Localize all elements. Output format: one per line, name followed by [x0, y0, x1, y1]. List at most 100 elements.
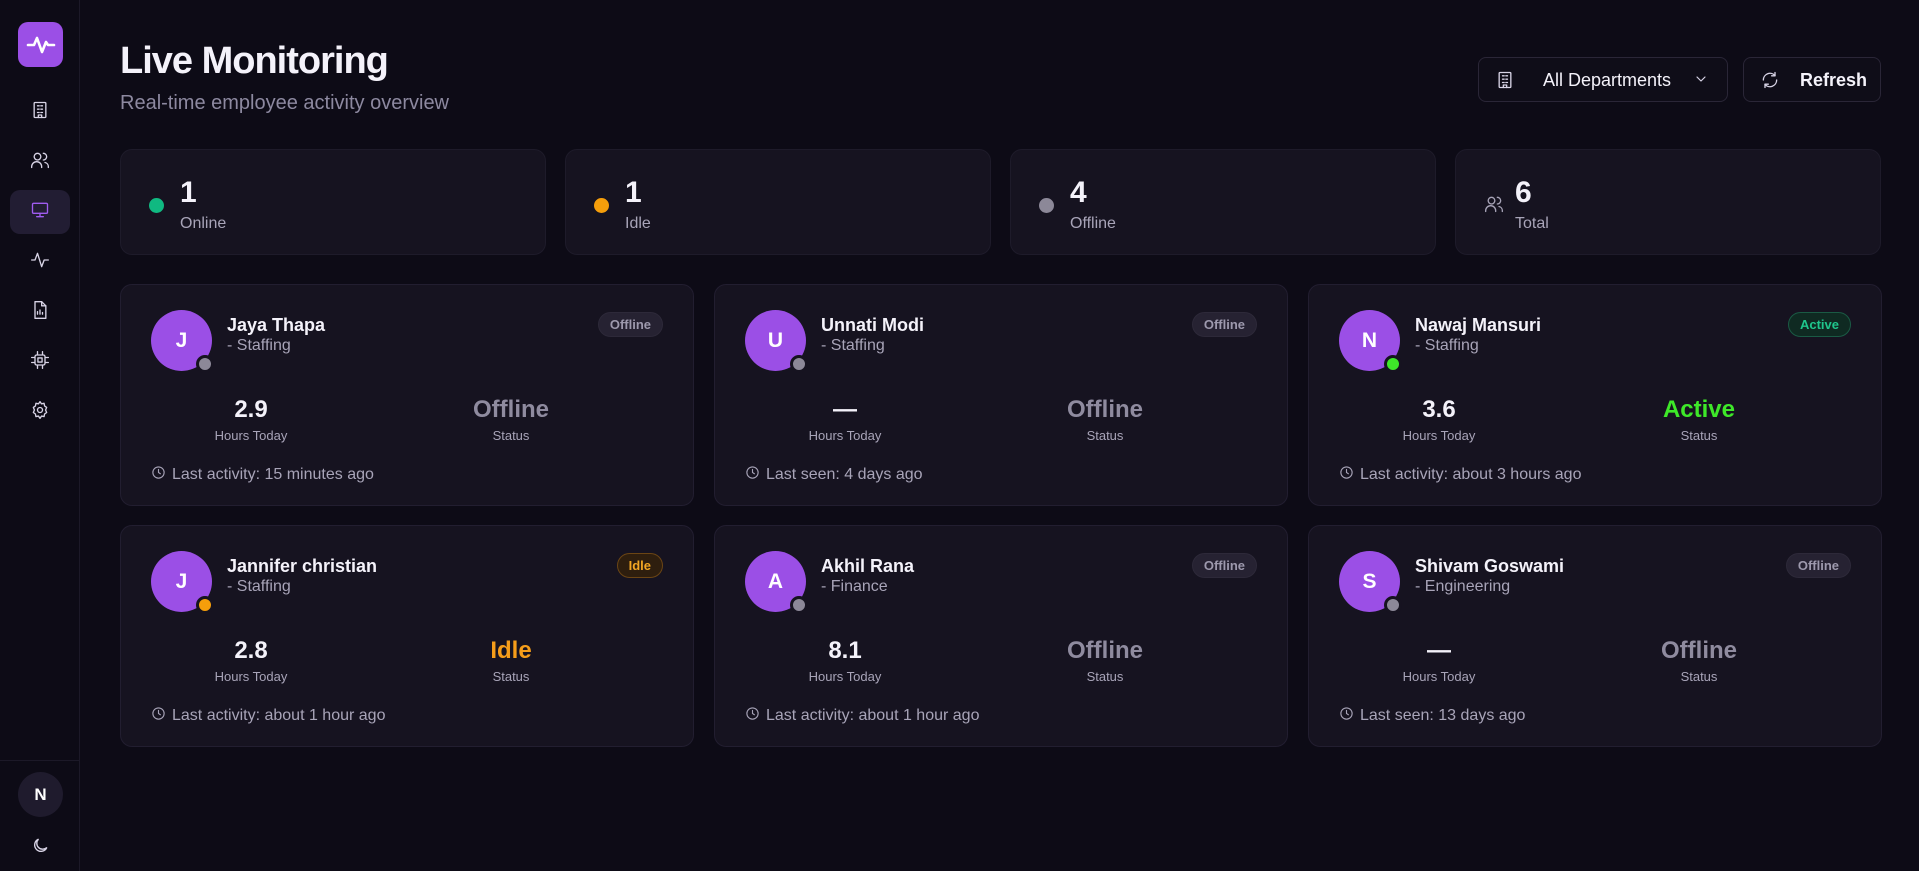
employee-department: - Staffing [1415, 337, 1479, 354]
sidebar-item-activity[interactable] [10, 240, 70, 284]
hours-label: Hours Today [1402, 669, 1476, 684]
sidebar-divider [0, 760, 80, 761]
last-activity-text: Last activity: about 1 hour ago [766, 707, 980, 724]
status-value: Active [1662, 396, 1736, 423]
employee-card[interactable]: U Unnati Modi - Staffing Offline — Hours… [714, 284, 1288, 506]
last-activity-text: Last seen: 4 days ago [766, 466, 923, 483]
clock-icon [1339, 706, 1360, 726]
status-value: Idle [490, 637, 532, 664]
stat-value: 1 [625, 176, 642, 209]
employee-card[interactable]: N Nawaj Mansuri - Staffing Active 3.6 Ho… [1308, 284, 1882, 506]
department-select-value: All Departments [1543, 70, 1672, 90]
presence-dot-icon [1384, 596, 1402, 614]
employee-card[interactable]: S Shivam Goswami - Engineering Offline —… [1308, 525, 1882, 747]
status-label: Status [1680, 428, 1718, 443]
sidebar-item-live-monitoring[interactable] [10, 190, 70, 234]
clock-icon [745, 465, 766, 485]
last-activity-text: Last activity: about 1 hour ago [172, 707, 386, 724]
activity-pulse-icon[interactable] [18, 22, 63, 67]
hours-metric: 2.8 Hours Today [161, 636, 341, 684]
status-badge: Offline [597, 312, 663, 337]
employee-department: - Staffing [821, 337, 885, 354]
status-label: Status [1086, 669, 1124, 684]
hours-value: — [1427, 637, 1451, 664]
stat-card-online: 1 Online [120, 149, 546, 255]
status-value: Offline [1661, 637, 1737, 664]
status-badge: Offline [1191, 312, 1257, 337]
monitor-icon [30, 200, 50, 225]
last-activity: Last activity: 15 minutes ago [151, 465, 374, 485]
presence-dot-icon [790, 596, 808, 614]
online-dot-icon [149, 198, 164, 213]
last-activity-text: Last seen: 13 days ago [1360, 707, 1526, 724]
sidebar-item-employees[interactable] [10, 140, 70, 184]
sidebar-item-departments[interactable] [10, 90, 70, 134]
status-badge: Idle [616, 553, 663, 578]
hours-value: — [833, 396, 857, 423]
refresh-label: Refresh [1800, 70, 1868, 90]
stat-value: 6 [1515, 176, 1532, 209]
status-badge: Active [1787, 312, 1851, 337]
settings-icon [30, 400, 50, 425]
hours-label: Hours Today [808, 428, 882, 443]
employee-department: - Finance [821, 578, 888, 595]
status-label: Status [492, 428, 530, 443]
employee-card[interactable]: J Jannifer christian - Staffing Idle 2.8… [120, 525, 694, 747]
building-icon [1495, 70, 1515, 95]
stat-value: 4 [1070, 176, 1087, 209]
status-metric: Offline Status [421, 395, 601, 443]
hours-label: Hours Today [214, 669, 288, 684]
stat-label: Total [1515, 215, 1549, 232]
stat-card-offline: 4 Offline [1010, 149, 1436, 255]
idle-dot-icon [594, 198, 609, 213]
building-icon [30, 100, 50, 125]
status-metric: Offline Status [1609, 636, 1789, 684]
status-metric: Offline Status [1015, 636, 1195, 684]
last-activity-text: Last activity: 15 minutes ago [172, 466, 374, 483]
hours-metric: 3.6 Hours Today [1349, 395, 1529, 443]
employee-department: - Engineering [1415, 578, 1511, 595]
clock-icon [1339, 465, 1360, 485]
employee-card[interactable]: J Jaya Thapa - Staffing Offline 2.9 Hour… [120, 284, 694, 506]
stat-card-idle: 1 Idle [565, 149, 991, 255]
users-icon [30, 150, 50, 175]
employee-name: Unnati Modi [821, 315, 924, 335]
chevron-down-icon [1693, 71, 1709, 92]
hours-value: 2.8 [234, 637, 268, 664]
last-activity: Last seen: 13 days ago [1339, 706, 1525, 726]
status-value: Offline [1067, 396, 1143, 423]
sidebar-item-reports[interactable] [10, 290, 70, 334]
department-select[interactable]: All Departments [1478, 57, 1728, 102]
hours-metric: 8.1 Hours Today [755, 636, 935, 684]
stat-value: 1 [180, 176, 197, 209]
status-metric: Offline Status [1015, 395, 1195, 443]
sidebar-item-devices[interactable] [10, 340, 70, 384]
status-badge: Offline [1785, 553, 1851, 578]
sidebar-item-settings[interactable] [10, 390, 70, 434]
refresh-button[interactable]: Refresh [1743, 57, 1881, 102]
status-badge: Offline [1191, 553, 1257, 578]
last-activity: Last seen: 4 days ago [745, 465, 923, 485]
status-label: Status [1680, 669, 1718, 684]
employee-department: - Staffing [227, 578, 291, 595]
report-icon [30, 300, 50, 325]
status-label: Status [1086, 428, 1124, 443]
hours-metric: 2.9 Hours Today [161, 395, 341, 443]
theme-toggle[interactable] [24, 832, 56, 864]
status-metric: Active Status [1609, 395, 1789, 443]
hours-metric: — Hours Today [755, 395, 935, 443]
hours-value: 8.1 [828, 637, 862, 664]
employee-name: Shivam Goswami [1415, 556, 1565, 576]
status-label: Status [492, 669, 530, 684]
hours-metric: — Hours Today [1349, 636, 1529, 684]
clock-icon [151, 706, 172, 726]
stat-label: Online [180, 215, 227, 232]
employee-name: Jaya Thapa [227, 315, 326, 335]
avatar[interactable]: N [18, 772, 63, 817]
employee-card[interactable]: A Akhil Rana - Finance Offline 8.1 Hours… [714, 525, 1288, 747]
employee-name: Akhil Rana [821, 556, 915, 576]
hours-label: Hours Today [214, 428, 288, 443]
status-value: Offline [473, 396, 549, 423]
presence-dot-icon [196, 596, 214, 614]
clock-icon [151, 465, 172, 485]
